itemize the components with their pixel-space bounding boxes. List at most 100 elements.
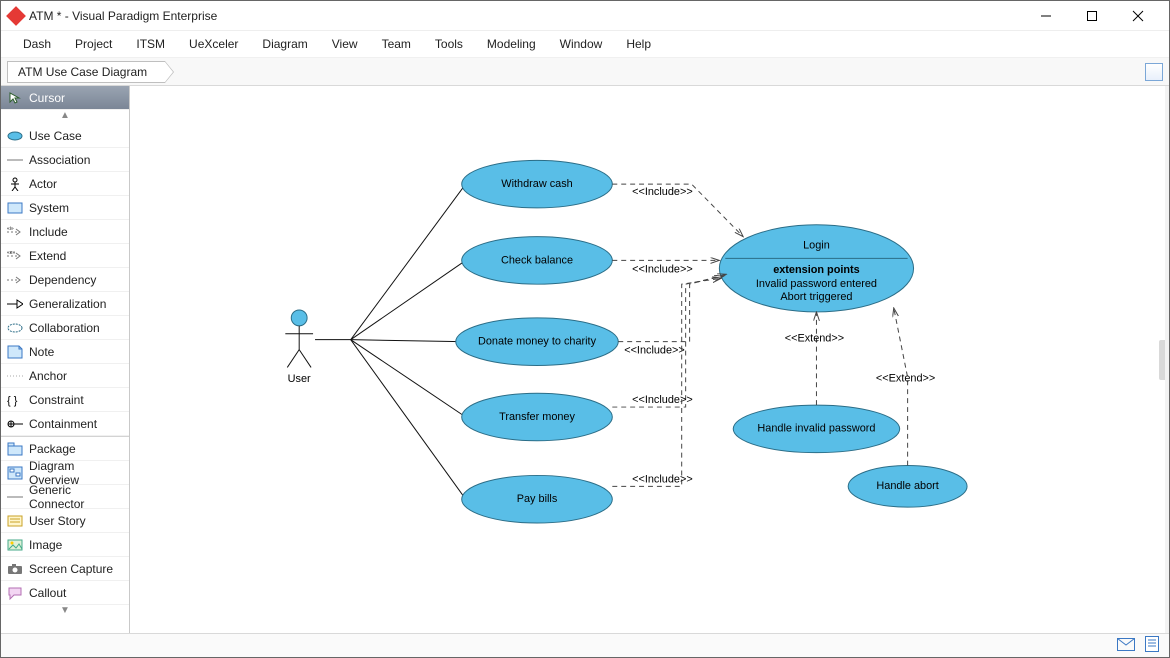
collaboration-icon (7, 321, 23, 335)
status-bar (1, 633, 1169, 657)
menu-project[interactable]: Project (75, 37, 112, 51)
palette-anchor[interactable]: Anchor (1, 364, 129, 388)
actor-label: User (288, 373, 311, 385)
palette-diagram-overview[interactable]: Diagram Overview (1, 461, 129, 485)
include-links: <<Include>> <<Include>> <<Include>> <<In… (612, 184, 743, 486)
svg-text:{ }: { } (7, 395, 18, 407)
palette-label: Generic Connector (29, 483, 123, 511)
palette-collapse-down-icon[interactable]: ▼ (1, 605, 129, 619)
system-icon (7, 201, 23, 215)
palette-label: Cursor (29, 91, 65, 105)
palette-label: Include (29, 225, 68, 239)
palette-use-case[interactable]: Use Case (1, 124, 129, 148)
palette-label: Package (29, 442, 76, 456)
palette-screen-capture[interactable]: Screen Capture (1, 557, 129, 581)
usecase-pay-bills[interactable]: Pay bills (462, 475, 613, 523)
line-icon (7, 153, 23, 167)
palette-label: Use Case (29, 129, 82, 143)
menu-diagram[interactable]: Diagram (262, 37, 307, 51)
usecase-transfer[interactable]: Transfer money (462, 393, 613, 441)
palette-package[interactable]: Package (1, 437, 129, 461)
palette-extend[interactable]: «e»Extend (1, 244, 129, 268)
image-icon (7, 538, 23, 552)
menu-itsm[interactable]: ITSM (136, 37, 165, 51)
palette-constraint[interactable]: { }Constraint (1, 388, 129, 412)
document-bar: ATM Use Case Diagram (1, 58, 1169, 86)
svg-text:<<Include>>: <<Include>> (632, 263, 693, 275)
palette-system[interactable]: System (1, 196, 129, 220)
associations (315, 184, 466, 499)
palette-cursor[interactable]: Cursor (1, 86, 129, 110)
palette-note[interactable]: Note (1, 340, 129, 364)
menu-modeling[interactable]: Modeling (487, 37, 536, 51)
mail-icon[interactable] (1117, 638, 1135, 654)
include-icon: «i» (7, 225, 23, 239)
svg-text:<<Extend>>: <<Extend>> (876, 372, 935, 384)
svg-text:Transfer money: Transfer money (499, 411, 575, 423)
palette-collapse-up-icon[interactable]: ▲ (1, 110, 129, 124)
diagram-canvas[interactable]: User Withdraw cash (130, 86, 1169, 633)
palette-user-story[interactable]: User Story (1, 509, 129, 533)
usecase-donate[interactable]: Donate money to charity (456, 318, 619, 366)
menu-team[interactable]: Team (382, 37, 411, 51)
palette-dependency[interactable]: Dependency (1, 268, 129, 292)
palette-include[interactable]: «i» Include (1, 220, 129, 244)
menu-tools[interactable]: Tools (435, 37, 463, 51)
svg-text:<<Include>>: <<Include>> (632, 394, 693, 406)
palette-actor[interactable]: Actor (1, 172, 129, 196)
svg-text:Login: Login (803, 239, 830, 251)
palette-label: Note (29, 345, 54, 359)
camera-icon (7, 562, 23, 576)
svg-text:extension points: extension points (773, 264, 860, 276)
palette-generalization[interactable]: Generalization (1, 292, 129, 316)
breadcrumb[interactable]: ATM Use Case Diagram (7, 61, 165, 83)
usecase-withdraw[interactable]: Withdraw cash (462, 160, 613, 208)
cursor-icon (7, 91, 23, 105)
actor-icon (7, 177, 23, 191)
minimize-button[interactable] (1023, 1, 1069, 31)
svg-text:Abort triggered: Abort triggered (780, 291, 852, 303)
palette-label: Collaboration (29, 321, 100, 335)
close-button[interactable] (1115, 1, 1161, 31)
window-title: ATM * - Visual Paradigm Enterprise (29, 9, 217, 23)
palette-label: Image (29, 538, 62, 552)
toolbar-settings-icon[interactable] (1145, 63, 1163, 81)
usecase-check-balance[interactable]: Check balance (462, 237, 613, 285)
menu-help[interactable]: Help (626, 37, 651, 51)
palette-label: Containment (29, 417, 97, 431)
palette-label: Actor (29, 177, 57, 191)
side-panel-handle[interactable] (1159, 340, 1165, 380)
menu-window[interactable]: Window (560, 37, 603, 51)
actor-user[interactable]: User (285, 310, 313, 385)
usecase-login[interactable]: Login extension points Invalid password … (719, 225, 913, 312)
menubar: Dash Project ITSM UeXceler Diagram View Team To… (1, 31, 1169, 58)
menu-uexceler[interactable]: UeXceler (189, 37, 238, 51)
palette-image[interactable]: Image (1, 533, 129, 557)
palette-callout[interactable]: Callout (1, 581, 129, 605)
generalization-icon (7, 297, 23, 311)
usecase-handle-invalid-password[interactable]: Handle invalid password (733, 405, 899, 453)
note-icon[interactable] (1145, 636, 1159, 655)
svg-text:<<Include>>: <<Include>> (624, 345, 685, 357)
note-icon (7, 345, 23, 359)
line-icon (7, 490, 23, 504)
palette-containment[interactable]: Containment (1, 412, 129, 436)
svg-text:Handle abort: Handle abort (876, 480, 938, 492)
palette-collaboration[interactable]: Collaboration (1, 316, 129, 340)
palette-label: Anchor (29, 369, 67, 383)
menu-view[interactable]: View (332, 37, 358, 51)
usecase-handle-abort[interactable]: Handle abort (848, 466, 967, 508)
palette-association[interactable]: Association (1, 148, 129, 172)
svg-text:«i»: «i» (7, 226, 14, 232)
maximize-button[interactable] (1069, 1, 1115, 31)
palette-generic-connector[interactable]: Generic Connector (1, 485, 129, 509)
palette-label: User Story (29, 514, 86, 528)
svg-text:Handle invalid password: Handle invalid password (757, 423, 875, 435)
svg-text:Pay bills: Pay bills (517, 493, 558, 505)
svg-text:Withdraw cash: Withdraw cash (501, 178, 572, 190)
menu-dash[interactable]: Dash (23, 37, 51, 51)
package-icon (7, 442, 23, 456)
dependency-icon (7, 273, 23, 287)
palette-label: System (29, 201, 69, 215)
palette-label: Screen Capture (29, 562, 113, 576)
